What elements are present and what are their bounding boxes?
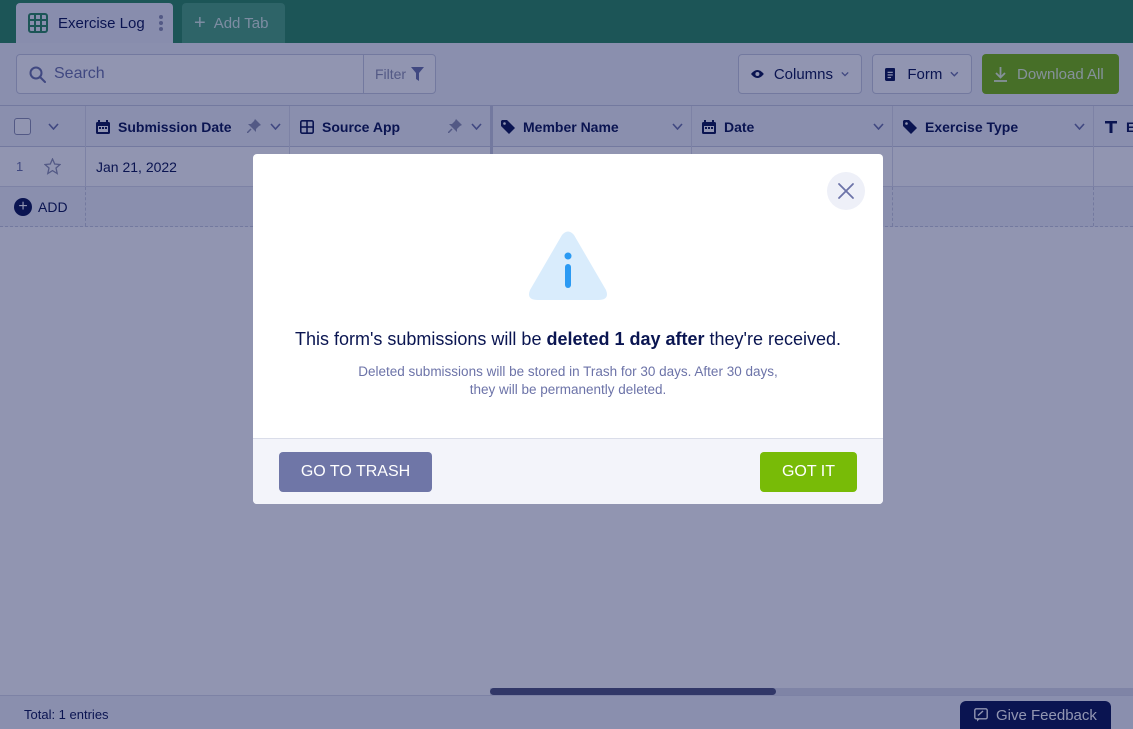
- message-suffix: they're received.: [704, 329, 842, 349]
- message-emphasis: deleted 1 day after: [546, 329, 705, 349]
- got-it-button[interactable]: GOT IT: [760, 452, 857, 492]
- description-line: they will be permanently deleted.: [469, 382, 667, 397]
- dialog-footer: GO TO TRASH GOT IT: [253, 438, 883, 504]
- dialog-description: Deleted submissions will be stored in Tr…: [343, 363, 793, 399]
- go-to-trash-button[interactable]: GO TO TRASH: [279, 452, 432, 492]
- info-warning-icon: [529, 231, 607, 300]
- message-prefix: This form's submissions will be: [294, 329, 547, 349]
- close-icon: [838, 183, 854, 199]
- close-button[interactable]: [827, 172, 865, 210]
- dialog-message: This form's submissions will be deleted …: [253, 329, 883, 350]
- data-retention-dialog: This form's submissions will be deleted …: [253, 154, 883, 504]
- description-line: Deleted submissions will be stored in Tr…: [358, 364, 778, 379]
